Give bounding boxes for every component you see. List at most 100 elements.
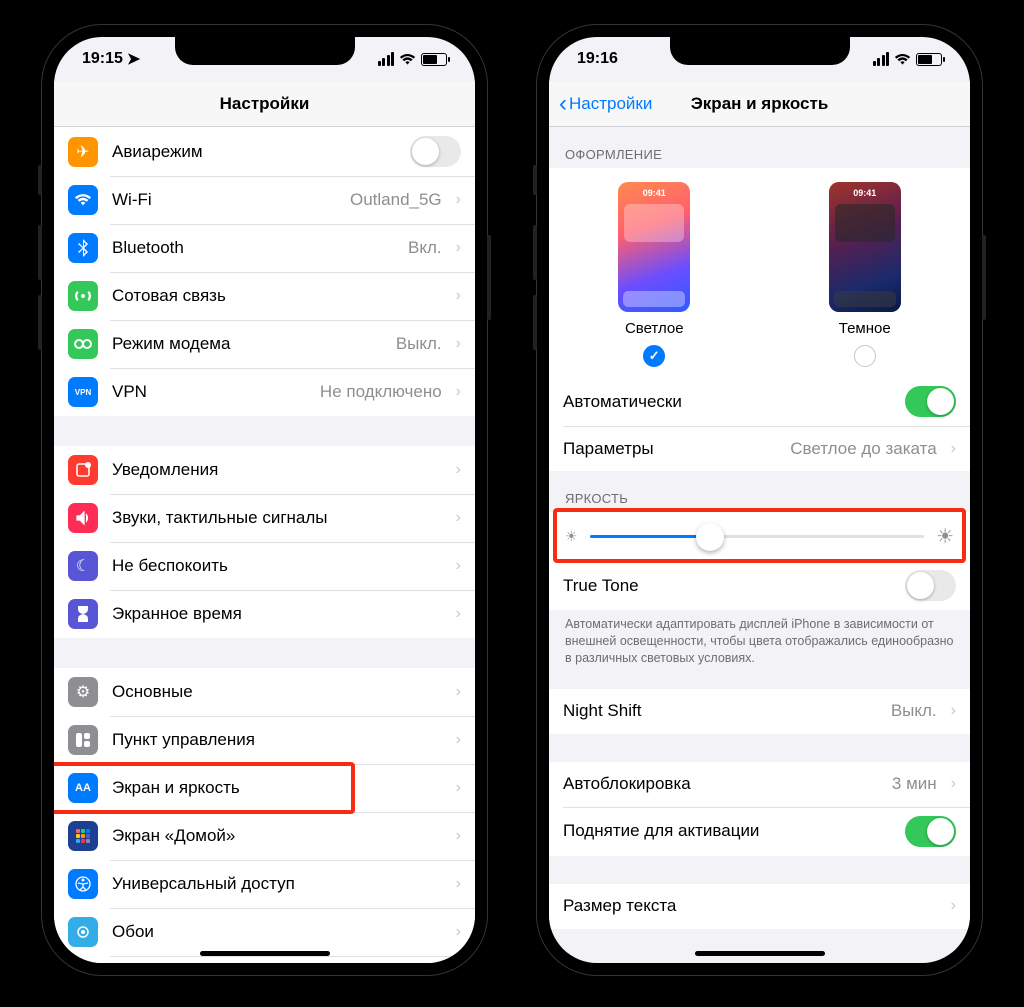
radio-light[interactable] <box>643 345 665 367</box>
row-label: Параметры <box>563 439 776 459</box>
wifi-status-icon <box>894 53 911 66</box>
preview-time: 09:41 <box>618 188 690 198</box>
chevron-right-icon: › <box>951 702 956 720</box>
sun-high-icon: ☀︎ <box>936 524 954 549</box>
cell-signal-icon <box>873 52 890 66</box>
nav-bar: Настройки <box>54 81 475 127</box>
chevron-right-icon: › <box>456 875 461 893</box>
battery-icon <box>421 53 447 66</box>
notifications-icon <box>68 455 98 485</box>
wallpaper-icon <box>68 917 98 947</box>
row-notifications[interactable]: Уведомления › <box>54 446 475 494</box>
row-night-shift[interactable]: Night Shift Выкл. › <box>549 689 970 734</box>
chevron-left-icon: ‹ <box>559 92 567 116</box>
chevron-right-icon: › <box>456 779 461 797</box>
row-bluetooth[interactable]: Bluetooth Вкл. › <box>54 224 475 272</box>
vpn-icon: VPN <box>68 377 98 407</box>
back-label: Настройки <box>569 94 652 114</box>
row-wallpaper[interactable]: Обои › <box>54 908 475 956</box>
home-indicator[interactable] <box>695 951 825 956</box>
accessibility-icon <box>68 869 98 899</box>
chevron-right-icon: › <box>456 731 461 749</box>
row-label: Night Shift <box>563 701 877 721</box>
wifi-icon <box>68 185 98 215</box>
chevron-right-icon: › <box>456 287 461 305</box>
row-control-center[interactable]: Пункт управления › <box>54 716 475 764</box>
row-display-brightness[interactable]: AA Экран и яркость › <box>54 764 475 812</box>
radio-dark[interactable] <box>854 345 876 367</box>
bluetooth-icon <box>68 233 98 263</box>
section-header-brightness: ЯРКОСТЬ <box>549 471 970 512</box>
status-time: 19:16 <box>577 50 618 68</box>
row-label: Экран «Домой» <box>112 826 442 846</box>
row-raise[interactable]: Поднятие для активации <box>549 807 970 856</box>
row-label: Bluetooth <box>112 238 394 258</box>
light-preview: 09:41 <box>618 182 690 312</box>
chevron-right-icon: › <box>456 605 461 623</box>
chevron-right-icon: › <box>456 191 461 209</box>
row-autolock[interactable]: Автоблокировка 3 мин › <box>549 762 970 807</box>
screentime-icon <box>68 599 98 629</box>
row-dnd[interactable]: ☾ Не беспокоить › <box>54 542 475 590</box>
row-screentime[interactable]: Экранное время › <box>54 590 475 638</box>
row-label: Не беспокоить <box>112 556 442 576</box>
back-button[interactable]: ‹ Настройки <box>559 92 652 116</box>
row-value: Светлое до заката <box>790 439 936 459</box>
control-center-icon <box>68 725 98 755</box>
row-value: Outland_5G <box>350 190 442 210</box>
settings-group-general: ⚙︎ Основные › Пункт управления › AA Экра… <box>54 668 475 963</box>
brightness-slider[interactable] <box>590 535 925 538</box>
row-label: Поднятие для активации <box>563 821 891 841</box>
appearance-option-dark[interactable]: 09:41 Темное <box>829 182 901 367</box>
row-label: Универсальный доступ <box>112 874 442 894</box>
section-header-appearance: ОФОРМЛЕНИЕ <box>549 127 970 168</box>
row-wifi[interactable]: Wi-Fi Outland_5G › <box>54 176 475 224</box>
row-auto[interactable]: Автоматически <box>549 377 970 426</box>
row-label: Пункт управления <box>112 730 442 750</box>
nav-bar: ‹ Настройки Экран и яркость <box>549 81 970 127</box>
row-label: Режим модема <box>112 334 382 354</box>
option-label: Светлое <box>625 320 684 337</box>
row-airplane[interactable]: ✈︎ Авиарежим <box>54 127 475 176</box>
brightness-slider-row[interactable]: ☀︎ ☀︎ <box>549 512 970 561</box>
chevron-right-icon: › <box>456 239 461 257</box>
option-label: Темное <box>839 320 891 337</box>
row-general[interactable]: ⚙︎ Основные › <box>54 668 475 716</box>
phone-left: 19:15 ➤ Настройки ✈︎ Авиарежим <box>42 25 487 975</box>
raise-switch[interactable] <box>905 816 956 847</box>
row-truetone[interactable]: True Tone <box>549 561 970 610</box>
chevron-right-icon: › <box>456 383 461 401</box>
nav-title: Экран и яркость <box>691 94 829 114</box>
row-accessibility[interactable]: Универсальный доступ › <box>54 860 475 908</box>
home-screen-icon <box>68 821 98 851</box>
chevron-right-icon: › <box>951 440 956 458</box>
appearance-option-light[interactable]: 09:41 Светлое <box>618 182 690 367</box>
row-text-size[interactable]: Размер текста › <box>549 884 970 929</box>
airplane-switch[interactable] <box>410 136 461 167</box>
row-label: Wi-Fi <box>112 190 336 210</box>
row-cellular[interactable]: Сотовая связь › <box>54 272 475 320</box>
auto-switch[interactable] <box>905 386 956 417</box>
wifi-status-icon <box>399 53 416 66</box>
appearance-picker: 09:41 Светлое 09:41 Темное <box>549 168 970 377</box>
row-vpn[interactable]: VPN VPN Не подключено › <box>54 368 475 416</box>
row-label: Уведомления <box>112 460 442 480</box>
chevron-right-icon: › <box>456 509 461 527</box>
cellular-icon <box>68 281 98 311</box>
chevron-right-icon: › <box>951 775 956 793</box>
chevron-right-icon: › <box>951 897 956 915</box>
sun-low-icon: ☀︎ <box>565 528 578 545</box>
preview-time: 09:41 <box>829 188 901 198</box>
sounds-icon <box>68 503 98 533</box>
truetone-switch[interactable] <box>905 570 956 601</box>
row-home-screen[interactable]: Экран «Домой» › <box>54 812 475 860</box>
row-siri[interactable]: Siri и Поиск › <box>54 956 475 963</box>
row-hotspot[interactable]: Режим модема Выкл. › <box>54 320 475 368</box>
home-indicator[interactable] <box>200 951 330 956</box>
dnd-icon: ☾ <box>68 551 98 581</box>
row-value: Не подключено <box>320 382 442 402</box>
row-label: Автоматически <box>563 392 891 412</box>
row-sounds[interactable]: Звуки, тактильные сигналы › <box>54 494 475 542</box>
row-params[interactable]: Параметры Светлое до заката › <box>549 426 970 471</box>
cell-signal-icon <box>378 52 395 66</box>
